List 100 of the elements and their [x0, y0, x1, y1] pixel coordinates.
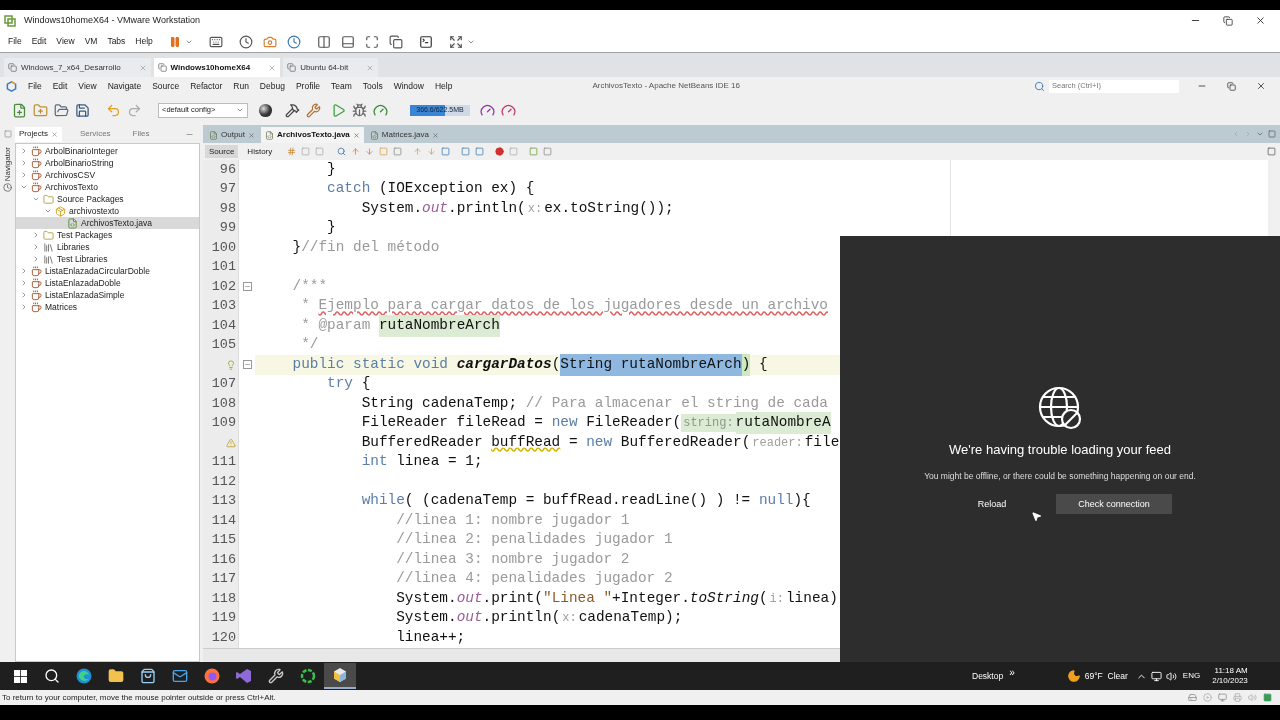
- menu-item[interactable]: Help: [434, 79, 453, 93]
- code-line: * Ejemplo para cargar datos de los jugadores desde un archivo: [300, 296, 829, 316]
- menu-item[interactable]: Team: [331, 79, 352, 93]
- code-line: System.out.print("Linea "+Integer.toString(i:linea): [395, 589, 839, 608]
- menu-item[interactable]: View: [78, 79, 97, 93]
- line-number: 104: [211, 316, 236, 335]
- language-indicator[interactable]: ENG: [1182, 670, 1201, 682]
- more-button[interactable]: »: [1009, 664, 1015, 680]
- navigator-tab[interactable]: Navigator: [1, 147, 14, 182]
- window-title: ArchivosTexto - Apache NetBeans IDE 16: [592, 80, 740, 92]
- code-line: while( (cadenaTemp = buffRead.readLine() ) != null){: [360, 491, 812, 511]
- clock-date[interactable]: 2/10/2023: [1212, 676, 1248, 686]
- menu-item[interactable]: Run: [233, 79, 249, 93]
- code-line: */: [300, 335, 320, 355]
- line-number: 113: [211, 492, 236, 511]
- code-line: linea++;: [395, 628, 467, 647]
- line-number: 116: [211, 550, 236, 569]
- code-line: /***: [291, 277, 329, 296]
- feed-button[interactable]: Reload: [938, 494, 1046, 515]
- line-number: 96: [219, 160, 236, 179]
- line-number: 111: [211, 453, 236, 472]
- line-number: 119: [211, 609, 236, 628]
- tree-item[interactable]: ArbolBinarioString: [16, 157, 199, 169]
- menu-item[interactable]: VM: [84, 35, 98, 48]
- code-line: }: [326, 160, 337, 179]
- editor-tab[interactable]: ArchivosTexto.java: [261, 127, 364, 143]
- view-tab[interactable]: History: [243, 145, 277, 158]
- menu-item[interactable]: File: [28, 79, 42, 93]
- line-number: 98: [219, 199, 236, 218]
- code-line: catch (IOException ex) {: [326, 179, 536, 199]
- menu-item[interactable]: Tabs: [107, 35, 126, 48]
- feed-button[interactable]: Check connection: [1056, 494, 1172, 515]
- menu-item[interactable]: Source: [152, 79, 180, 93]
- line-number: 103: [211, 297, 236, 316]
- menu-item[interactable]: Refactor: [190, 79, 223, 93]
- line-number: 109: [211, 414, 236, 433]
- weather-text[interactable]: 69°F Clear: [1084, 669, 1128, 683]
- menu-item[interactable]: Navigate: [107, 79, 142, 93]
- code-line: String cadenaTemp; // Para almacenar el string de cada: [360, 394, 829, 413]
- line-number: 108: [211, 394, 236, 413]
- tree-item[interactable]: Test Libraries: [16, 253, 199, 265]
- line-number: 101: [211, 258, 236, 277]
- code-line: }: [326, 218, 337, 238]
- desktop-label[interactable]: Desktop: [972, 669, 1004, 683]
- window-title: Windows10homeX64 - VMware Workstation: [24, 13, 200, 27]
- menu-item[interactable]: View: [56, 35, 75, 48]
- code-line: BufferedReader buffRead = new BufferedReader(reader:file: [360, 433, 841, 452]
- tree-item[interactable]: ListaEnlazadaSimple: [16, 289, 199, 301]
- menu-item[interactable]: Edit: [52, 79, 68, 93]
- tree-item[interactable]: Libraries: [16, 241, 199, 253]
- code-line: //linea 4: penalidades jugador 2: [395, 569, 674, 589]
- tree-item[interactable]: ListaEnlazadaCircularDoble: [16, 265, 199, 277]
- status-text: To return to your computer, move the mouse pointer outside or press Ctrl+Alt.: [2, 691, 276, 704]
- panel-tab[interactable]: Projects: [15, 126, 62, 142]
- line-number: 117: [211, 570, 236, 589]
- editor-tab[interactable]: Output: [205, 127, 259, 143]
- tree-item[interactable]: ListaEnlazadaDoble: [16, 277, 199, 289]
- line-number: 97: [219, 180, 236, 199]
- line-number: 114: [211, 511, 236, 530]
- tree-item[interactable]: ArchivosTexto.java: [16, 217, 199, 229]
- menu-item[interactable]: File: [8, 35, 22, 48]
- menu-item[interactable]: Profile: [295, 79, 320, 93]
- tree-item[interactable]: archivostexto: [16, 205, 199, 217]
- editor-tab[interactable]: Matrices.java: [365, 127, 443, 143]
- tree-item[interactable]: Source Packages: [16, 193, 199, 205]
- tree-item[interactable]: Test Packages: [16, 229, 199, 241]
- code-line: //linea 2: penalidades jugador 1: [395, 530, 674, 550]
- view-tab[interactable]: Source: [205, 145, 239, 158]
- vm-tab[interactable]: Windows10homeX64: [153, 58, 281, 77]
- code-line: //linea 1: nombre jugador 1: [395, 511, 631, 530]
- clock-time[interactable]: 11:18 AM: [1214, 666, 1248, 676]
- code-line: System.out.println(x:cadenaTemp);: [395, 608, 684, 628]
- line-number: 115: [211, 531, 236, 550]
- menu-item[interactable]: Tools: [362, 79, 383, 93]
- line-number: 102: [211, 277, 236, 296]
- menu-item[interactable]: Edit: [31, 35, 47, 48]
- menu-item[interactable]: Debug: [259, 79, 285, 93]
- line-number: 107: [211, 375, 236, 394]
- line-number: 99: [219, 219, 236, 238]
- code-line: try {: [326, 374, 372, 394]
- panel-tab[interactable]: Services: [75, 126, 115, 142]
- vm-tab[interactable]: Windows_7_x64_Desarrollo: [4, 58, 151, 77]
- line-number: 112: [211, 472, 236, 491]
- line-number: 118: [211, 589, 236, 608]
- vm-tab[interactable]: Ubuntu 64-bit: [283, 58, 379, 77]
- menu-item[interactable]: Window: [393, 79, 424, 93]
- line-number: 100: [211, 238, 236, 257]
- feed-message: You might be offline, or there could be something happening on our end.: [924, 469, 1196, 483]
- tree-item[interactable]: ArchivosCSV: [16, 169, 199, 181]
- tree-item[interactable]: ArbolBinarioInteger: [16, 145, 199, 157]
- menu-item[interactable]: Help: [135, 35, 153, 48]
- tree-item[interactable]: Matrices: [16, 301, 199, 313]
- tree-item[interactable]: ArchivosTexto: [16, 181, 199, 193]
- line-number: 120: [211, 628, 236, 647]
- line-number: 105: [211, 336, 236, 355]
- code-line: int linea = 1;: [360, 452, 484, 472]
- code-line: System.out.println(x:ex.toString());: [360, 199, 675, 218]
- feed-title: We're having trouble loading your feed: [949, 441, 1171, 459]
- panel-tab[interactable]: Files: [128, 126, 154, 142]
- code-line: }//fin del método: [291, 238, 441, 257]
